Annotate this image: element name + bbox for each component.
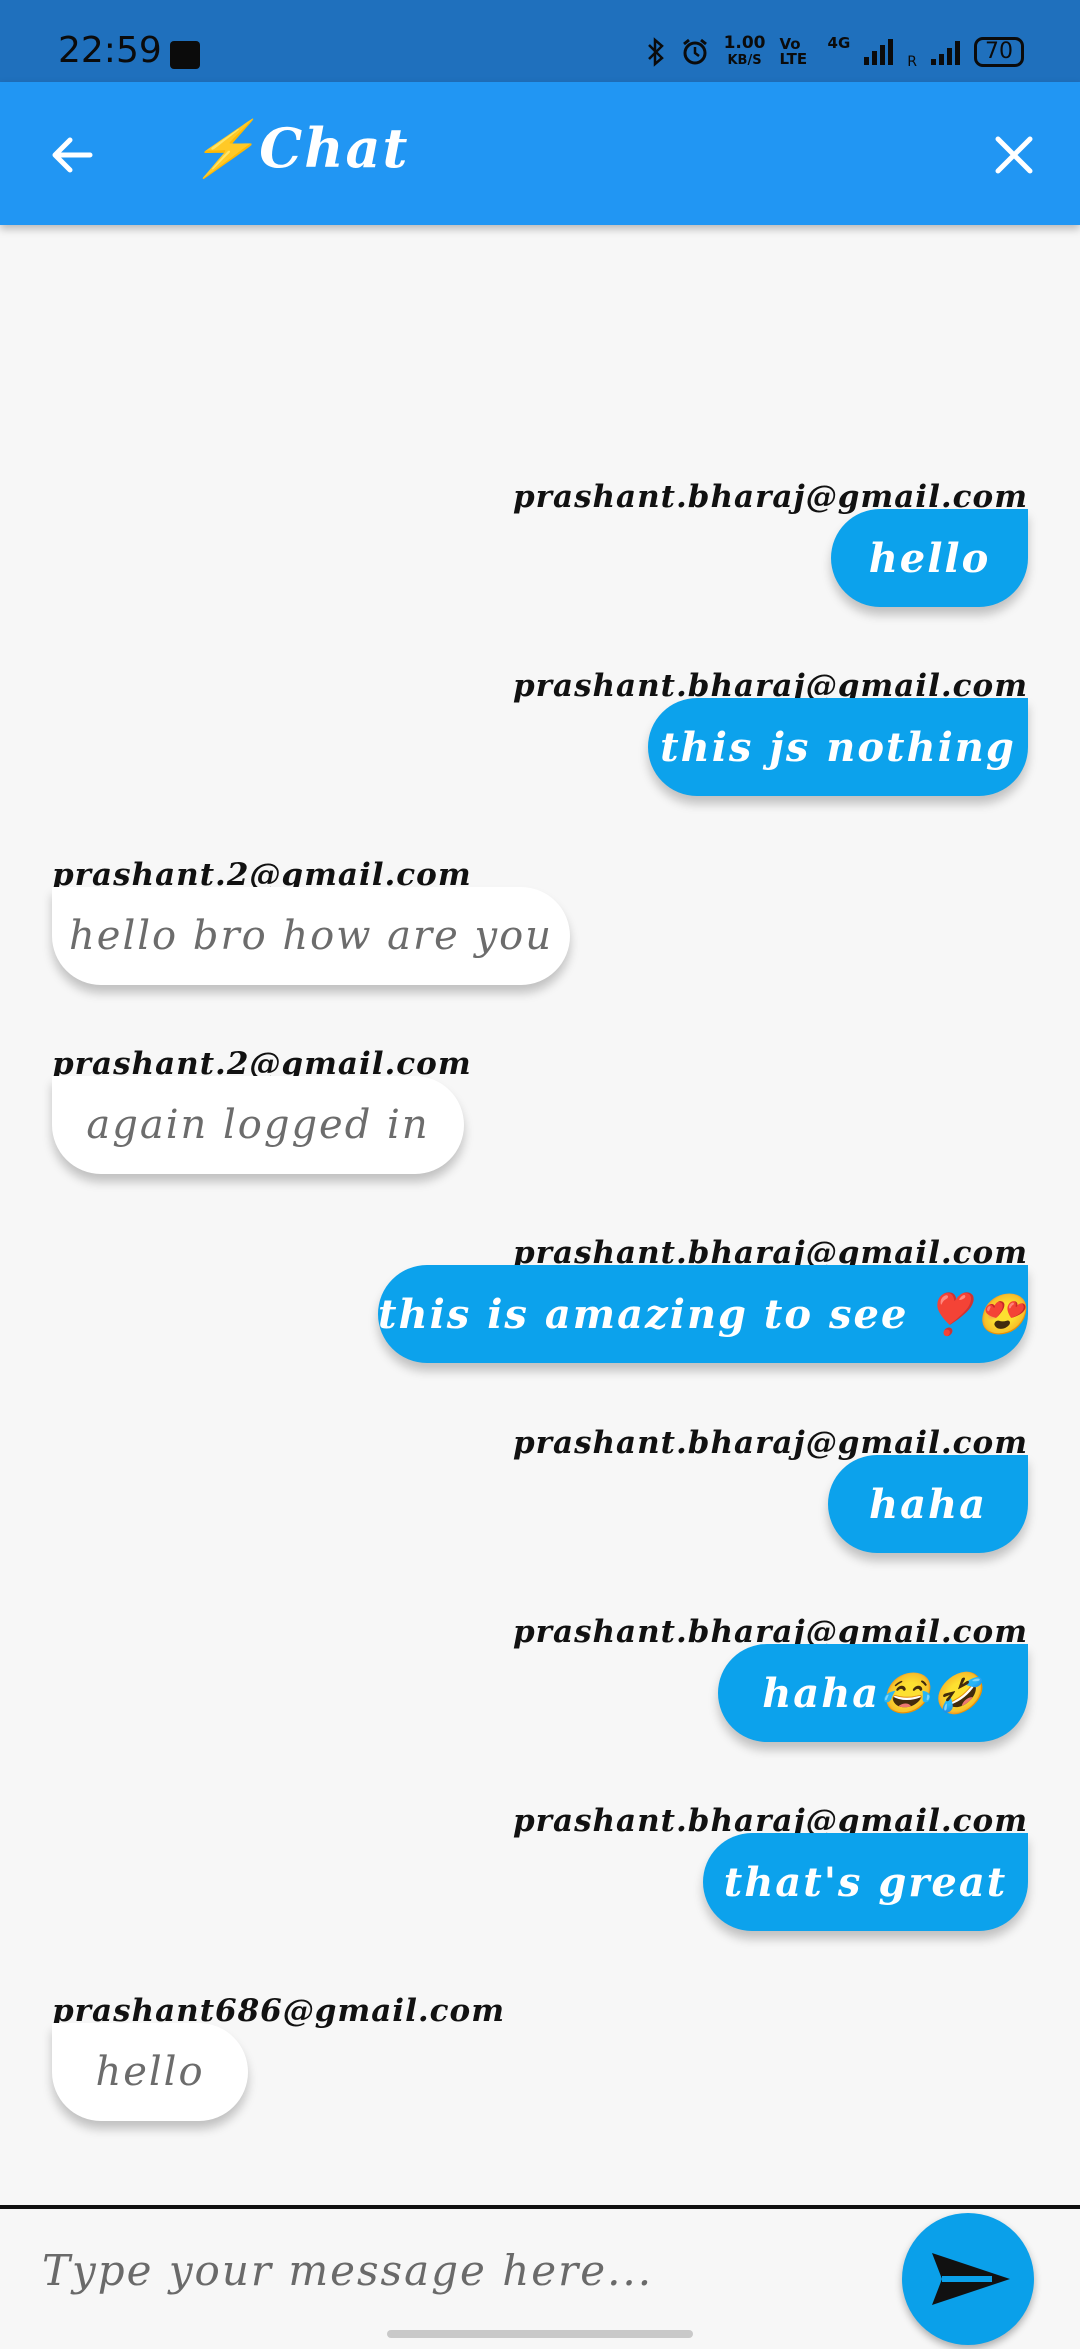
- message-bubble[interactable]: again logged in: [52, 1076, 464, 1174]
- roaming-label: R: [907, 54, 917, 70]
- message-item: prashant.bharaj@gmail.com this is amazin…: [0, 1235, 1080, 1375]
- message-bubble[interactable]: haha😂🤣: [718, 1644, 1028, 1742]
- net-speed-value: 1.00: [723, 33, 766, 53]
- message-bubble[interactable]: hello bro how are you: [52, 887, 570, 985]
- message-item: prashant.bharaj@gmail.com that's great: [0, 1803, 1080, 1943]
- message-bubble[interactable]: that's great: [703, 1833, 1028, 1931]
- net-speed-unit: KB/S: [727, 53, 762, 68]
- page-title: ⚡Chat: [190, 116, 410, 180]
- net-speed: 1.00 KB/S: [724, 34, 766, 70]
- message-item: prashant.2@gmail.com hello bro how are y…: [0, 857, 1080, 997]
- message-item: prashant.bharaj@gmail.com haha😂🤣: [0, 1614, 1080, 1754]
- composer-bar: [0, 2209, 1080, 2345]
- bluetooth-icon: [647, 37, 664, 67]
- message-item: prashant686@gmail.com hello: [0, 1993, 1080, 2133]
- signal-icon: [864, 39, 894, 65]
- send-button[interactable]: [902, 2213, 1034, 2345]
- status-icons: 1.00 KB/S Vo LTE 4G R 70: [646, 34, 1024, 70]
- message-item: prashant.bharaj@gmail.com this js nothin…: [0, 668, 1080, 808]
- message-bubble[interactable]: this js nothing: [648, 698, 1028, 796]
- send-icon: [932, 2253, 1010, 2305]
- home-indicator: [387, 2330, 693, 2338]
- network-label: 4G: [827, 34, 851, 52]
- status-bar: 22:59 1.00 KB/S Vo LTE 4G R 70: [0, 0, 1080, 82]
- arrow-left-icon[interactable]: [42, 125, 102, 185]
- app-bar: ⚡Chat: [0, 82, 1080, 225]
- message-bubble[interactable]: haha: [828, 1455, 1028, 1553]
- message-input[interactable]: [40, 2219, 884, 2321]
- message-item: prashant.bharaj@gmail.com hello: [0, 479, 1080, 619]
- message-item: prashant.bharaj@gmail.com haha: [0, 1425, 1080, 1565]
- message-bubble[interactable]: hello: [831, 509, 1028, 607]
- message-item: prashant.2@gmail.com again logged in: [0, 1046, 1080, 1186]
- volte-label: Vo LTE: [779, 35, 808, 68]
- battery-icon: 70: [974, 37, 1024, 67]
- close-icon[interactable]: [986, 127, 1042, 183]
- translate-icon: [170, 41, 200, 69]
- signal-icon-2: [931, 39, 960, 65]
- message-bubble[interactable]: this is amazing to see ❣️😍: [378, 1265, 1028, 1363]
- status-time: 22:59: [58, 30, 162, 71]
- alarm-icon: [682, 38, 707, 65]
- message-list[interactable]: prashant.bharaj@gmail.com hello prashant…: [0, 225, 1080, 2205]
- message-bubble[interactable]: hello: [52, 2023, 248, 2121]
